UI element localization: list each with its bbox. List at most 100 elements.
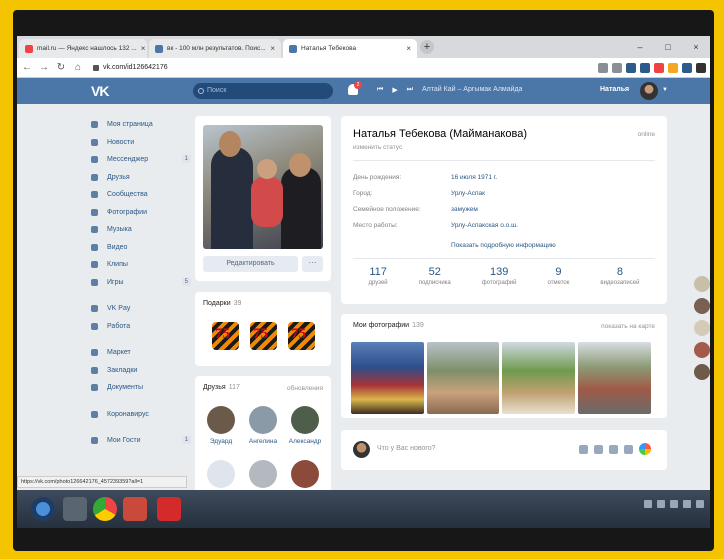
color-wheel-icon[interactable] <box>639 443 651 455</box>
gift-item[interactable]: 75 <box>209 320 242 352</box>
gifts-title[interactable]: Подарки 39 <box>203 300 241 307</box>
friend-item[interactable] <box>285 460 325 488</box>
music-icon[interactable] <box>609 444 618 454</box>
explorer-icon[interactable] <box>63 497 87 521</box>
text-icon[interactable] <box>624 444 633 454</box>
menu-item-music[interactable]: Музыка <box>91 221 191 239</box>
header-user-name[interactable]: Наталья <box>600 86 629 93</box>
friend-item[interactable]: Ангелина <box>243 406 283 445</box>
my-photos-title[interactable]: Мои фотографии 139 <box>353 322 424 329</box>
menu-item-my-page[interactable]: Моя страница <box>91 116 191 134</box>
counter-photos[interactable]: 139 фотографий <box>482 266 517 286</box>
edit-profile-button[interactable]: Редактировать <box>203 256 298 272</box>
menu-item-news[interactable]: Новости <box>91 134 191 152</box>
star-icon[interactable] <box>612 63 622 73</box>
avatar[interactable] <box>694 342 710 358</box>
tab-mail[interactable]: mail.ru — Яндекс нашлось 132 ... × <box>19 39 147 58</box>
back-arrow-icon[interactable]: ← <box>20 62 34 73</box>
friends-updates-link[interactable]: обновления <box>287 385 323 392</box>
photo-thumbnail[interactable] <box>502 342 575 414</box>
url-field[interactable]: vk.com/id126642176 <box>93 64 168 71</box>
start-button[interactable] <box>31 497 55 521</box>
friend-item[interactable]: Александр <box>285 406 325 445</box>
chevron-down-icon[interactable]: ▼ <box>662 87 668 93</box>
menu-item-documents[interactable]: Документы <box>91 379 191 397</box>
photo-thumbnail[interactable] <box>578 342 651 414</box>
info-value[interactable]: Урлу-Аспак <box>451 190 485 197</box>
extension-icon[interactable] <box>654 63 664 73</box>
info-value[interactable]: Урлу-Аспакская о.о.ш. <box>451 222 518 229</box>
menu-item-bookmarks[interactable]: Закладки <box>91 362 191 380</box>
menu-item-guests[interactable]: Мои Гости 1 <box>91 432 191 450</box>
tray-icon[interactable] <box>683 500 691 508</box>
close-icon[interactable]: × <box>266 44 275 53</box>
next-track-icon[interactable]: ⏭ <box>407 86 413 94</box>
tray-icon[interactable] <box>644 500 652 508</box>
counter-friends[interactable]: 117 друзей <box>369 266 388 286</box>
show-on-map-link[interactable]: показать на карте <box>601 323 655 330</box>
menu-item-communities[interactable]: Сообщества <box>91 186 191 204</box>
header-avatar[interactable] <box>640 82 658 100</box>
media-icon[interactable] <box>123 497 147 521</box>
gift-item[interactable]: 75 <box>285 320 318 352</box>
counter-videos[interactable]: 8 видеозаписей <box>600 266 639 286</box>
home-icon[interactable]: ⌂ <box>71 62 85 73</box>
profile-photo[interactable] <box>203 125 323 249</box>
video-icon[interactable] <box>594 444 603 454</box>
close-icon[interactable]: × <box>402 44 411 53</box>
more-actions-button[interactable]: ··· <box>302 256 323 272</box>
avatar[interactable] <box>694 364 710 380</box>
maximize-icon[interactable]: □ <box>654 36 682 58</box>
friend-item[interactable] <box>201 460 241 488</box>
gift-item[interactable]: 75 <box>247 320 280 352</box>
menu-item-market[interactable]: Маркет <box>91 344 191 362</box>
extension-icon[interactable] <box>640 63 650 73</box>
menu-item-messenger[interactable]: Мессенджер 1 <box>91 151 191 169</box>
menu-item-vkpay[interactable]: VK Pay <box>91 300 191 318</box>
edit-status-link[interactable]: изменить статус <box>353 144 402 151</box>
chrome-icon[interactable] <box>93 497 117 521</box>
avatar[interactable] <box>694 276 710 292</box>
reload-icon[interactable]: ↻ <box>54 62 68 73</box>
extension-icon[interactable] <box>626 63 636 73</box>
extension-icon[interactable] <box>682 63 692 73</box>
photo-thumbnail[interactable] <box>427 342 499 414</box>
now-playing-track[interactable]: Алтай Кай – Аргымак Алмайда <box>422 86 523 93</box>
play-icon[interactable]: ▶ <box>392 86 397 94</box>
tray-icon[interactable] <box>670 500 678 508</box>
tab-vk-profile[interactable]: Наталья Тебекова × <box>283 39 417 58</box>
menu-icon[interactable] <box>696 63 706 73</box>
tray-icon[interactable] <box>696 500 704 508</box>
avatar[interactable] <box>694 320 710 336</box>
previous-track-icon[interactable]: ⏮ <box>377 86 383 94</box>
close-icon[interactable]: × <box>137 44 146 53</box>
menu-item-games[interactable]: Игры 5 <box>91 274 191 292</box>
menu-item-work[interactable]: Работа <box>91 318 191 336</box>
counter-followers[interactable]: 52 подписчика <box>419 266 451 286</box>
photo-thumbnail[interactable] <box>351 342 424 414</box>
camera-icon[interactable] <box>579 444 588 454</box>
menu-item-photos[interactable]: Фотографии <box>91 204 191 222</box>
tab-search[interactable]: вк - 100 млн результатов. Поис... × <box>149 39 281 58</box>
menu-item-clips[interactable]: Клипы <box>91 256 191 274</box>
new-tab-button[interactable]: + <box>420 40 434 54</box>
new-post-input[interactable]: Что у Вас нового? <box>377 445 436 452</box>
friend-item[interactable] <box>243 460 283 488</box>
vk-logo[interactable]: VK <box>91 83 109 99</box>
minimize-icon[interactable]: – <box>626 36 654 58</box>
menu-item-video[interactable]: Видео <box>91 239 191 257</box>
close-window-icon[interactable]: × <box>682 36 710 58</box>
search-input[interactable]: Поиск <box>193 83 333 99</box>
tray-icon[interactable] <box>657 500 665 508</box>
friends-title[interactable]: Друзья 117 <box>203 384 240 391</box>
menu-item-coronavirus[interactable]: Коронавирус <box>91 406 191 424</box>
info-value[interactable]: замужем <box>451 206 478 213</box>
friend-item[interactable]: Эдуард <box>201 406 241 445</box>
forward-arrow-icon[interactable]: → <box>37 62 51 73</box>
zoom-icon[interactable] <box>598 63 608 73</box>
avatar[interactable] <box>694 298 710 314</box>
info-value[interactable]: 16 июля 1971 г. <box>451 174 497 181</box>
opera-icon[interactable] <box>157 497 181 521</box>
menu-item-friends[interactable]: Друзья <box>91 169 191 187</box>
counter-tags[interactable]: 9 отметок <box>548 266 570 286</box>
